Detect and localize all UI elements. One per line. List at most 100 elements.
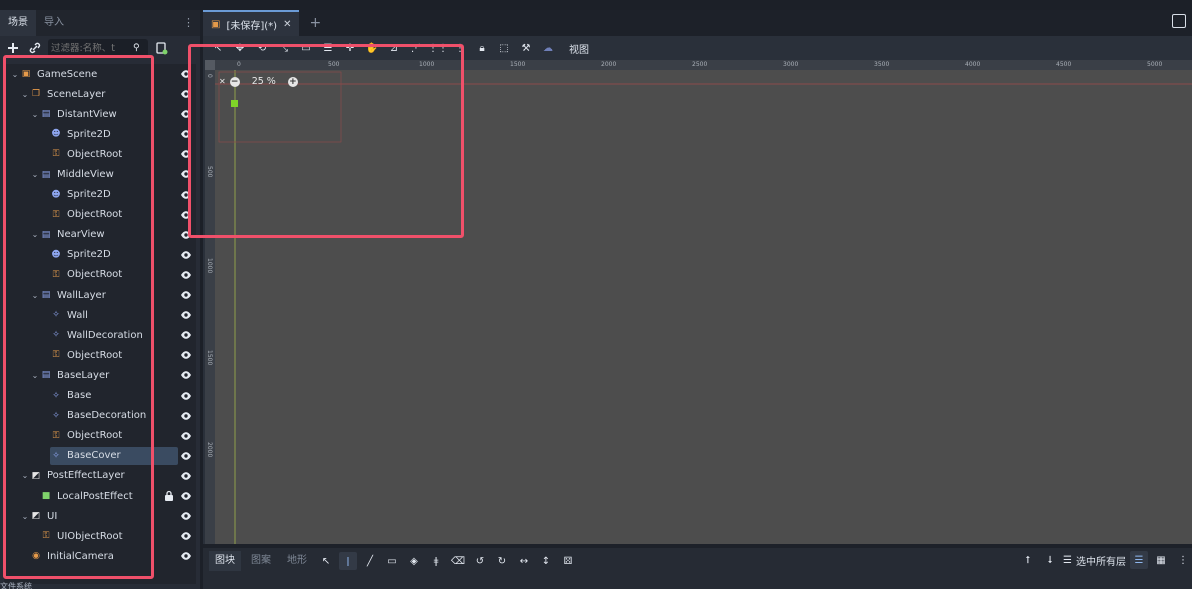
ruler-mode-icon[interactable]: ▭ xyxy=(297,39,315,57)
lock-icon[interactable]: 🔒︎ xyxy=(473,39,491,57)
close-tab-icon[interactable]: ✕ xyxy=(283,19,291,30)
visibility-eye-icon[interactable] xyxy=(180,148,192,160)
tree-node[interactable]: ⌄ ▤ NearView xyxy=(4,225,196,245)
visibility-eye-icon[interactable] xyxy=(180,329,192,341)
expand-caret-icon[interactable]: ⌄ xyxy=(30,110,40,119)
tab-terrains[interactable]: 地形 xyxy=(281,551,313,571)
tree-node[interactable]: ✧ BaseDecoration xyxy=(4,406,196,426)
add-node-icon[interactable] xyxy=(4,39,22,57)
bucket-tool-icon[interactable]: ◈ xyxy=(405,552,423,570)
tree-node[interactable]: ☻ Sprite2D xyxy=(4,245,196,265)
visibility-eye-icon[interactable] xyxy=(180,450,192,462)
visibility-eye-icon[interactable] xyxy=(180,88,192,100)
expand-caret-icon[interactable]: ⌄ xyxy=(30,291,40,300)
add-tab-icon[interactable]: + xyxy=(309,15,321,31)
filesystem-tab[interactable]: 文件系统 xyxy=(0,581,200,589)
grid-snap-icon[interactable]: ⋮⋮ xyxy=(428,39,448,57)
random-tile-icon[interactable]: ⚄ xyxy=(559,552,577,570)
tree-node[interactable]: ⌄ ▤ MiddleView xyxy=(4,164,196,184)
visibility-eye-icon[interactable] xyxy=(180,289,192,301)
tree-node[interactable]: ⚿ UIObjectRoot xyxy=(4,526,196,546)
bone-icon[interactable]: ⚒ xyxy=(517,39,535,57)
visibility-eye-icon[interactable] xyxy=(180,470,192,482)
expand-caret-icon[interactable]: ⌄ xyxy=(20,471,30,480)
move-mode-icon[interactable]: ✥ xyxy=(231,39,249,57)
canvas-viewport[interactable]: 0 500 1000 1500 2000 2500 3000 3500 4000 4500 5000… xyxy=(203,60,1192,544)
rotate-mode-icon[interactable]: ⟲ xyxy=(253,39,271,57)
tree-node[interactable]: ⌄ ◩ UI xyxy=(4,506,196,526)
eraser-tool-icon[interactable]: ⌫ xyxy=(449,552,467,570)
rotate-right-icon[interactable]: ↻ xyxy=(493,552,511,570)
more-options-icon[interactable]: ⋮ xyxy=(1174,551,1192,569)
scale-mode-icon[interactable]: ⤡ xyxy=(275,39,293,57)
tree-node[interactable]: ✧ WallDecoration xyxy=(4,325,196,345)
tree-node[interactable]: ⌄ ▤ DistantView xyxy=(4,104,196,124)
visibility-eye-icon[interactable] xyxy=(180,229,192,241)
pivot-icon[interactable]: ✛ xyxy=(341,39,359,57)
list-select-icon[interactable]: ☰ xyxy=(319,39,337,57)
distraction-free-icon[interactable] xyxy=(1172,14,1186,28)
tree-node[interactable]: ■ LocalPostEffect xyxy=(4,486,196,506)
visibility-eye-icon[interactable] xyxy=(180,410,192,422)
script-attach-icon[interactable] xyxy=(152,39,170,57)
dock-menu-icon[interactable]: ⋮ xyxy=(183,16,194,29)
tree-node[interactable]: ⚿ ObjectRoot xyxy=(4,144,196,164)
layer-down-icon[interactable]: ⭣ xyxy=(1041,551,1059,569)
tree-node[interactable]: ◉ InitialCamera xyxy=(4,546,196,566)
tree-node[interactable]: ⚿ ObjectRoot xyxy=(4,265,196,285)
tree-node[interactable]: ⚿ ObjectRoot xyxy=(4,205,196,225)
visibility-eye-icon[interactable] xyxy=(180,128,192,140)
instance-link-icon[interactable] xyxy=(26,39,44,57)
expand-caret-icon[interactable]: ⌄ xyxy=(10,70,20,79)
zoom-level[interactable]: 25 % xyxy=(252,76,276,87)
line-tool-icon[interactable]: ╱ xyxy=(361,552,379,570)
layer-up-icon[interactable]: ⭡ xyxy=(1019,551,1037,569)
visibility-eye-icon[interactable] xyxy=(180,68,192,80)
tree-node[interactable]: ☻ Sprite2D xyxy=(4,124,196,144)
layer-select[interactable]: 选中所有层 xyxy=(1076,553,1126,568)
pan-mode-icon[interactable]: ✋ xyxy=(363,39,381,57)
tree-node[interactable]: ⌄ ▤ BaseLayer xyxy=(4,365,196,385)
visibility-eye-icon[interactable] xyxy=(180,309,192,321)
visibility-eye-icon[interactable] xyxy=(180,530,192,542)
tree-node[interactable]: ⌄ ▣ GameScene xyxy=(4,64,196,84)
select-tool-icon[interactable]: ↖ xyxy=(317,552,335,570)
cloud-icon[interactable]: ☁ xyxy=(539,39,557,57)
tree-node[interactable]: ⚿ ObjectRoot xyxy=(4,426,196,446)
more-snap-icon[interactable]: ⋮ xyxy=(451,39,469,57)
select-mode-icon[interactable]: ↖ xyxy=(209,39,227,57)
tree-node[interactable]: ⚿ ObjectRoot xyxy=(4,345,196,365)
filter-input[interactable] xyxy=(51,42,133,54)
grid-toggle-icon[interactable]: ▦ xyxy=(1152,551,1170,569)
tab-import[interactable]: 导入 xyxy=(36,10,72,36)
visibility-eye-icon[interactable] xyxy=(180,510,192,522)
visibility-eye-icon[interactable] xyxy=(180,390,192,402)
expand-caret-icon[interactable]: ⌄ xyxy=(20,90,30,99)
visibility-eye-icon[interactable] xyxy=(180,249,192,261)
highlight-layer-icon[interactable]: ☰ xyxy=(1130,551,1148,569)
expand-caret-icon[interactable]: ⌄ xyxy=(30,230,40,239)
center-view-icon[interactable]: ✕ xyxy=(219,77,226,86)
view-menu[interactable]: 视图 xyxy=(569,41,589,56)
tree-node[interactable]: ⌄ ▤ WallLayer xyxy=(4,285,196,305)
visibility-eye-icon[interactable] xyxy=(180,108,192,120)
visibility-eye-icon[interactable] xyxy=(180,209,192,221)
rect-tool-icon[interactable]: ▭ xyxy=(383,552,401,570)
tree-node[interactable]: ⌄ ❐ SceneLayer xyxy=(4,84,196,104)
expand-caret-icon[interactable]: ⌄ xyxy=(20,512,30,521)
paint-tool-icon[interactable]: ǀ xyxy=(339,552,357,570)
visibility-eye-icon[interactable] xyxy=(180,168,192,180)
visibility-eye-icon[interactable] xyxy=(180,550,192,562)
expand-caret-icon[interactable]: ⌄ xyxy=(30,170,40,179)
visibility-eye-icon[interactable] xyxy=(180,369,192,381)
filter-field[interactable]: ⚲ xyxy=(48,39,148,57)
visibility-eye-icon[interactable] xyxy=(180,269,192,281)
snap-icon[interactable]: ⊿ xyxy=(385,39,403,57)
tab-tiles[interactable]: 图块 xyxy=(209,551,241,571)
tab-scene[interactable]: 场景 xyxy=(0,10,36,36)
tab-patterns[interactable]: 图案 xyxy=(245,551,277,571)
tree-node[interactable]: ✧ Wall xyxy=(4,305,196,325)
visibility-eye-icon[interactable] xyxy=(180,189,192,201)
tab-unsaved-scene[interactable]: ▣ [未保存](*) ✕ xyxy=(203,10,300,36)
smart-snap-icon[interactable]: ⋰ xyxy=(407,39,425,57)
